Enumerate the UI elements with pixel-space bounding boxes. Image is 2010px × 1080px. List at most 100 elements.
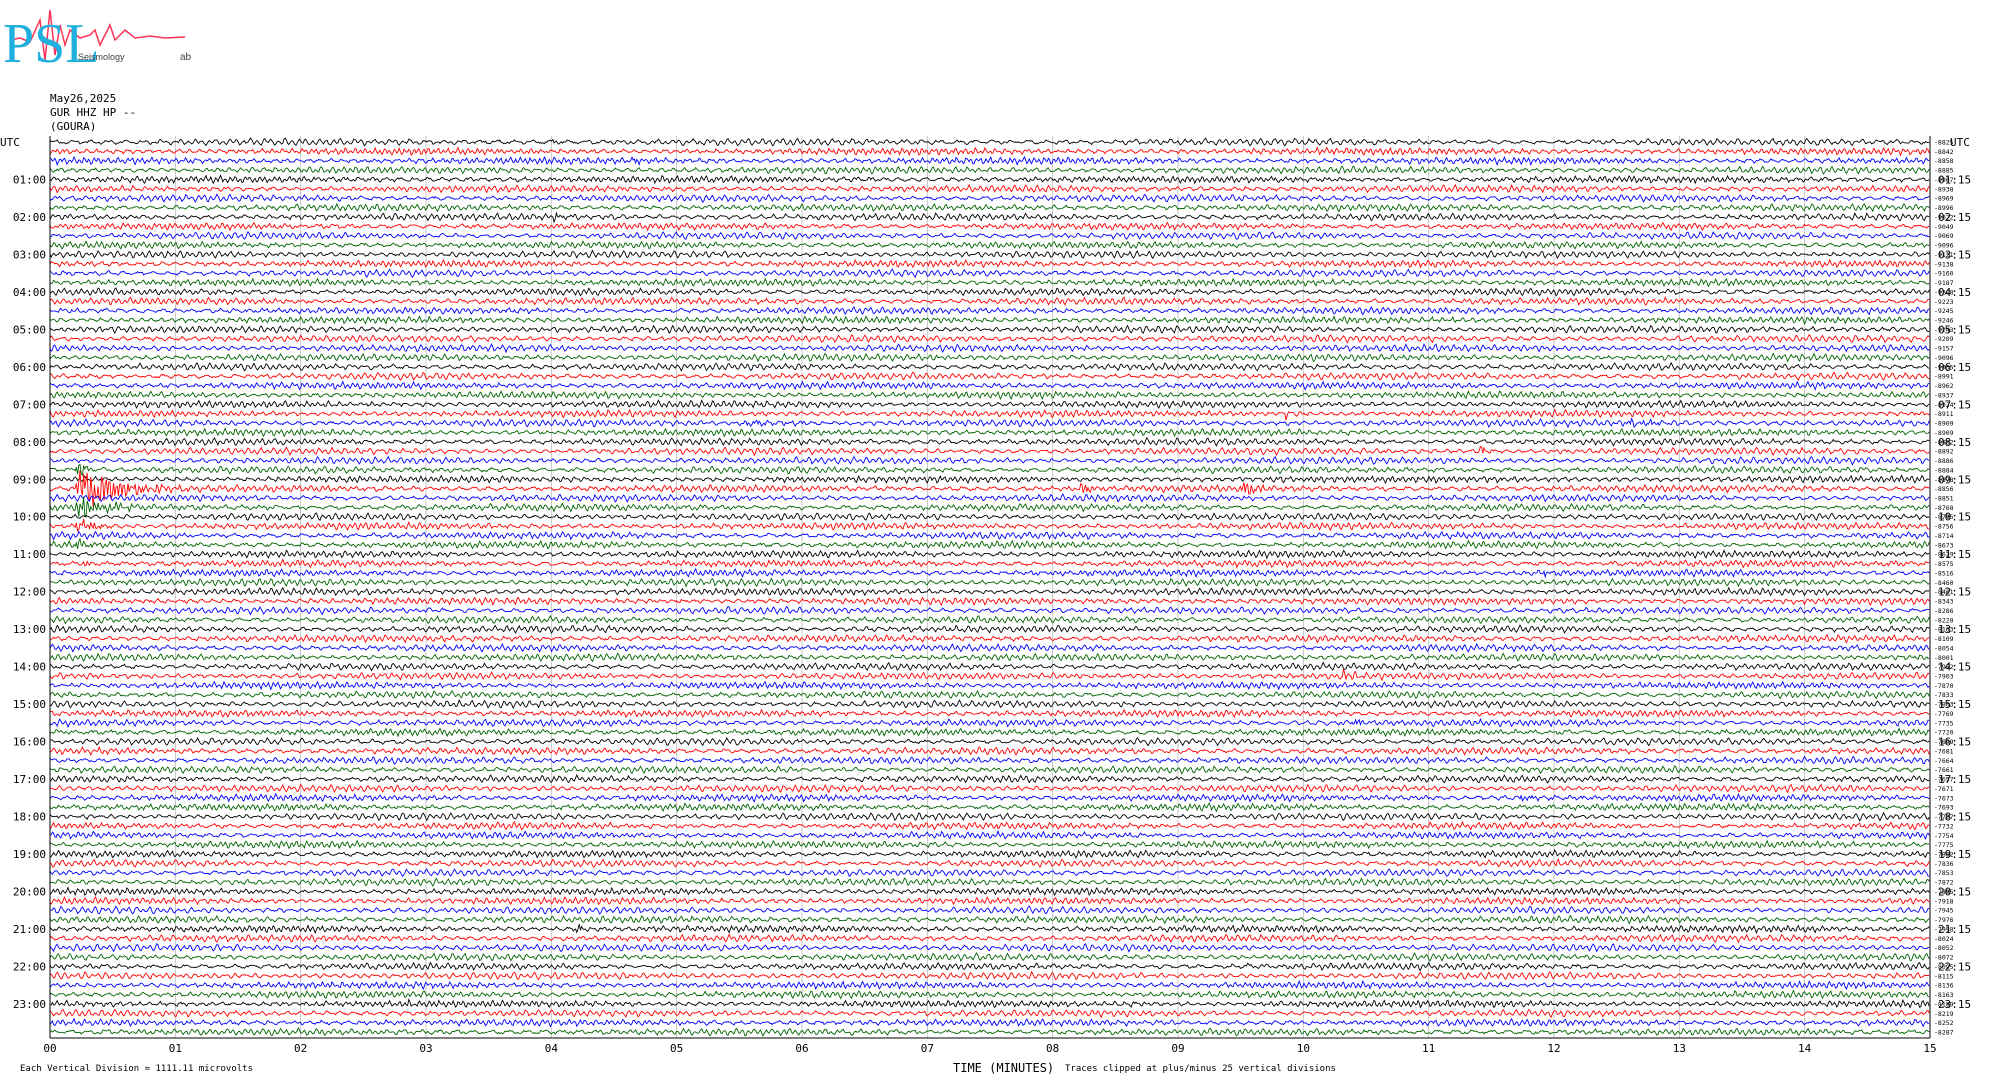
left-hour-label: 06:00 [13, 361, 46, 374]
trace-offset-label: -8856 [1934, 485, 1954, 493]
x-tick-label: 02 [294, 1042, 307, 1055]
trace-offset-label: -8858 [1934, 157, 1954, 165]
trace-line [49, 165, 1930, 175]
trace-offset-label: -8219 [1934, 1010, 1954, 1018]
trace-line [49, 736, 1930, 747]
trace-line [49, 923, 1930, 935]
right-hour-label: 03:15 [1938, 248, 1971, 261]
trace-offset-label: -8842 [1934, 148, 1954, 156]
trace-line [49, 979, 1930, 991]
trace-line [49, 886, 1930, 897]
trace-line [49, 463, 1930, 477]
trace-line [49, 661, 1930, 672]
trace-line [49, 305, 1930, 316]
left-hour-label: 05:00 [13, 323, 46, 336]
x-tick-label: 15 [1923, 1042, 1936, 1055]
right-hour-label: 08:15 [1938, 436, 1971, 449]
right-hour-label: 04:15 [1938, 286, 1971, 299]
trace-line [49, 287, 1930, 297]
trace-line [49, 146, 1930, 157]
trace-offset-label: -8892 [1934, 448, 1954, 456]
trace-offset-label: -8575 [1934, 560, 1954, 568]
trace-offset-label: -9160 [1934, 270, 1954, 278]
trace-line [49, 567, 1930, 579]
trace-line [49, 493, 1930, 503]
left-hour-label: 01:00 [13, 173, 46, 186]
trace-line [49, 989, 1930, 1000]
trace-line [49, 895, 1930, 906]
trace-line [49, 773, 1930, 784]
trace-line [49, 380, 1930, 391]
trace-line [49, 221, 1930, 232]
trace-offset-label: -8756 [1934, 523, 1954, 531]
x-tick-label: 03 [419, 1042, 432, 1055]
trace-offset-label: -8909 [1934, 420, 1954, 428]
trace-line [49, 624, 1930, 634]
x-tick-label: 10 [1297, 1042, 1310, 1055]
trace-offset-label: -7903 [1934, 673, 1954, 681]
left-hour-label: 12:00 [13, 586, 46, 599]
right-hour-label: 19:15 [1938, 848, 1971, 861]
right-hour-label: 18:15 [1938, 811, 1971, 824]
left-hour-label: 23:00 [13, 998, 46, 1011]
trace-line [49, 596, 1930, 607]
trace-offset-label: -8054 [1934, 644, 1954, 652]
trace-line [49, 399, 1930, 409]
trace-line [49, 437, 1930, 447]
x-tick-label: 14 [1798, 1042, 1812, 1055]
trace-line [49, 249, 1930, 260]
trace-line [49, 868, 1930, 878]
right-utc-label: UTC [1950, 136, 1970, 149]
trace-line [49, 155, 1930, 167]
trace-offset-label: -9209 [1934, 335, 1954, 343]
trace-line [49, 137, 1930, 147]
trace-offset-label: -7732 [1934, 822, 1954, 830]
left-hour-label: 13:00 [13, 623, 46, 636]
trace-offset-label: -9245 [1934, 307, 1954, 315]
x-tick-label: 08 [1046, 1042, 1059, 1055]
trace-line [49, 998, 1930, 1009]
left-hour-label: 18:00 [13, 811, 46, 824]
left-hour-label: 22:00 [13, 960, 46, 973]
trace-offset-label: -8024 [1934, 935, 1954, 943]
trace-line [49, 549, 1930, 560]
trace-line [49, 240, 1930, 250]
trace-offset-label: -8136 [1934, 982, 1954, 990]
trace-offset-label: -7870 [1934, 682, 1954, 690]
trace-line [49, 390, 1930, 401]
trace-offset-label: -7681 [1934, 747, 1954, 755]
right-hour-label: 07:15 [1938, 398, 1971, 411]
trace-offset-label: -8911 [1934, 410, 1954, 418]
clip-note: Traces clipped at plus/minus 25 vertical… [1065, 1064, 1336, 1074]
trace-line [49, 755, 1930, 765]
trace-line [49, 174, 1930, 185]
trace-line [49, 668, 1930, 682]
trace-line [49, 802, 1930, 813]
right-hour-label: 06:15 [1938, 361, 1971, 374]
trace-offset-label: -8286 [1934, 607, 1954, 615]
x-tick-label: 09 [1171, 1042, 1184, 1055]
x-tick-label: 06 [795, 1042, 808, 1055]
trace-line [49, 474, 1930, 485]
x-tick-label: 12 [1547, 1042, 1560, 1055]
helicorder-plot: -8825-8842-8858-8885-8907-8938-8969-8996… [0, 136, 1971, 1055]
trace-line [49, 408, 1930, 421]
left-hour-label: 07:00 [13, 398, 46, 411]
trace-line [49, 586, 1930, 597]
right-hour-label: 22:15 [1938, 960, 1971, 973]
right-hour-label: 23:15 [1938, 998, 1971, 1011]
right-hour-label: 15:15 [1938, 698, 1971, 711]
right-hour-label: 21:15 [1938, 923, 1971, 936]
trace-offset-label: -7853 [1934, 869, 1954, 877]
trace-line [49, 518, 1930, 532]
trace-line [49, 558, 1930, 569]
trace-offset-label: -8962 [1934, 382, 1954, 390]
trace-line [49, 427, 1930, 438]
right-hour-label: 10:15 [1938, 511, 1971, 524]
left-hour-label: 15:00 [13, 698, 46, 711]
trace-offset-label: -8252 [1934, 1019, 1954, 1027]
trace-offset-label: -8714 [1934, 532, 1954, 540]
trace-line [49, 699, 1930, 710]
trace-offset-label: -7673 [1934, 794, 1954, 802]
right-hour-label: 01:15 [1938, 173, 1971, 186]
